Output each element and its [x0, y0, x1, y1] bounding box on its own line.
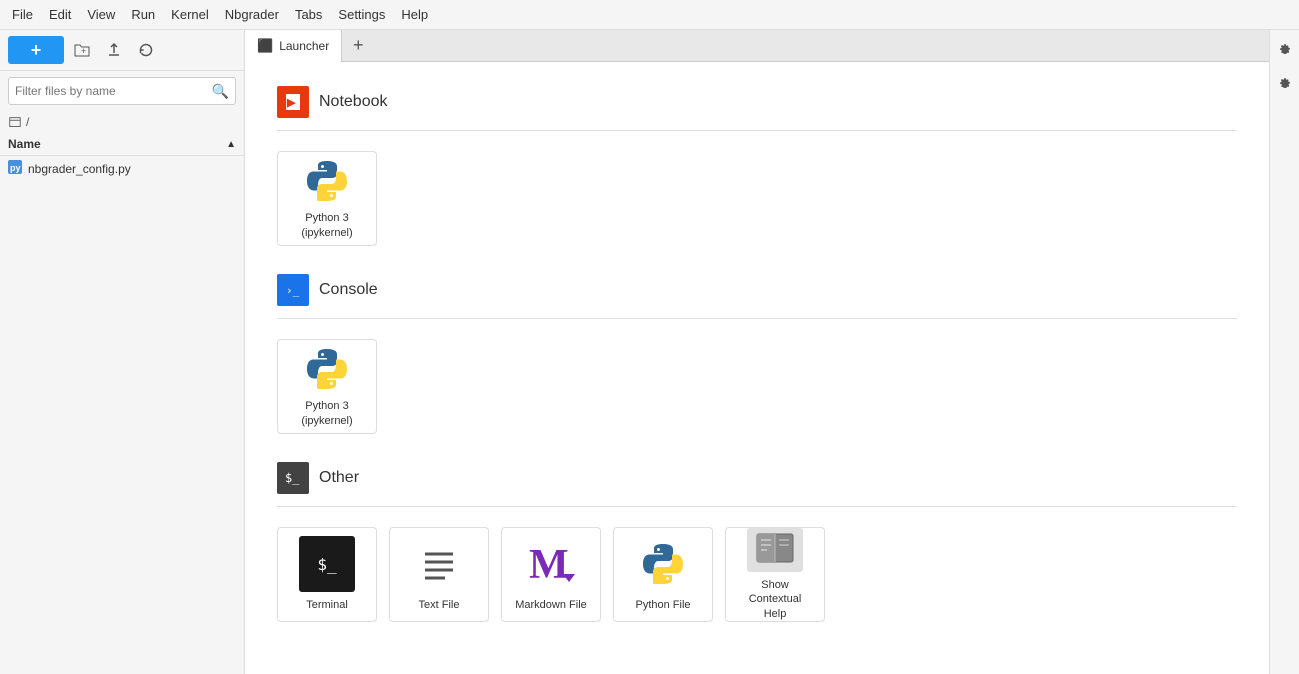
- text-file-icon: [411, 536, 467, 592]
- app-container: + + 🔍 / Name ▲: [0, 30, 1299, 674]
- svg-text:▶: ▶: [286, 97, 296, 109]
- filter-input[interactable]: [15, 84, 212, 98]
- menu-nbgrader[interactable]: Nbgrader: [217, 3, 287, 26]
- other-cards: $_ Terminal Text File: [277, 527, 1237, 622]
- menu-tabs[interactable]: Tabs: [287, 3, 330, 26]
- svg-text:M: M: [529, 542, 569, 586]
- search-icon: 🔍: [212, 83, 229, 100]
- menu-help[interactable]: Help: [393, 3, 436, 26]
- menu-edit[interactable]: Edit: [41, 3, 79, 26]
- other-section-header: $_ Other: [277, 462, 1237, 494]
- terminal-icon: $_: [299, 536, 355, 592]
- right-sidebar: [1269, 30, 1299, 674]
- python-file-icon: py: [8, 160, 22, 177]
- menu-view[interactable]: View: [79, 3, 123, 26]
- contextual-help-card[interactable]: Show ContextualHelp: [725, 527, 825, 622]
- launcher-icon: ⬛: [257, 38, 273, 54]
- file-list-header[interactable]: Name ▲: [0, 133, 244, 156]
- launcher-content: ▶ Notebook Python 3(ipy: [245, 62, 1269, 674]
- terminal-card[interactable]: $_ Terminal: [277, 527, 377, 622]
- sidebar-toolbar: + +: [0, 30, 244, 71]
- notebook-section-label: Notebook: [319, 93, 388, 111]
- menu-settings[interactable]: Settings: [330, 3, 393, 26]
- file-name: nbgrader_config.py: [28, 162, 131, 176]
- new-folder-button[interactable]: +: [68, 36, 96, 64]
- menu-file[interactable]: File: [4, 3, 41, 26]
- notebook-cards: Python 3(ipykernel): [277, 151, 1237, 246]
- other-section-icon: $_: [277, 462, 309, 494]
- notebook-section-icon: ▶: [277, 86, 309, 118]
- notebook-section-header: ▶ Notebook: [277, 86, 1237, 118]
- markdown-file-card[interactable]: M Markdown File: [501, 527, 601, 622]
- menu-run[interactable]: Run: [123, 3, 163, 26]
- svg-text:›_: ›_: [286, 284, 300, 297]
- menu-kernel[interactable]: Kernel: [163, 3, 217, 26]
- markdown-file-icon: M: [523, 536, 579, 592]
- console-section-icon: ›_: [277, 274, 309, 306]
- svg-text:py: py: [10, 163, 21, 173]
- tab-launcher[interactable]: ⬛ Launcher: [245, 30, 342, 62]
- python3-console-card[interactable]: Python 3(ipykernel): [277, 339, 377, 434]
- tab-add-button[interactable]: +: [342, 30, 374, 62]
- breadcrumb-path: /: [26, 115, 29, 129]
- markdown-file-label: Markdown File: [515, 598, 587, 612]
- gear-button-bottom[interactable]: [1272, 72, 1298, 98]
- python3-console-label: Python 3(ipykernel): [301, 399, 352, 428]
- list-item[interactable]: py nbgrader_config.py: [0, 156, 244, 181]
- svg-text:$_: $_: [285, 471, 300, 485]
- refresh-button[interactable]: [132, 36, 160, 64]
- search-box: 🔍: [8, 77, 236, 105]
- text-file-label: Text File: [419, 598, 460, 612]
- console-section-header: ›_ Console: [277, 274, 1237, 306]
- python-file-label: Python File: [635, 598, 690, 612]
- python-file-card[interactable]: Python File: [613, 527, 713, 622]
- notebook-divider: [277, 130, 1237, 131]
- sidebar: + + 🔍 / Name ▲: [0, 30, 245, 674]
- contextual-help-icon: [747, 528, 803, 572]
- python3-notebook-card[interactable]: Python 3(ipykernel): [277, 151, 377, 246]
- other-section-label: Other: [319, 469, 359, 487]
- console-section-label: Console: [319, 281, 378, 299]
- tab-bar: ⬛ Launcher +: [245, 30, 1269, 62]
- svg-text:+: +: [81, 46, 86, 56]
- sort-icon: ▲: [226, 139, 236, 150]
- contextual-help-label: Show ContextualHelp: [734, 578, 816, 621]
- text-file-card[interactable]: Text File: [389, 527, 489, 622]
- upload-button[interactable]: [100, 36, 128, 64]
- python3-notebook-label: Python 3(ipykernel): [301, 211, 352, 240]
- python-file-icon: [635, 536, 691, 592]
- python3-notebook-icon: [299, 157, 355, 205]
- python3-console-icon: [299, 345, 355, 393]
- console-divider: [277, 318, 1237, 319]
- console-cards: Python 3(ipykernel): [277, 339, 1237, 434]
- other-divider: [277, 506, 1237, 507]
- name-column-label: Name: [8, 137, 41, 151]
- tab-label: Launcher: [279, 39, 329, 53]
- terminal-label: Terminal: [306, 598, 348, 612]
- menubar: File Edit View Run Kernel Nbgrader Tabs …: [0, 0, 1299, 30]
- gear-button-top[interactable]: [1272, 38, 1298, 64]
- breadcrumb: /: [0, 111, 244, 133]
- new-button[interactable]: +: [8, 36, 64, 64]
- right-panel: ⬛ Launcher + ▶ Notebook: [245, 30, 1269, 674]
